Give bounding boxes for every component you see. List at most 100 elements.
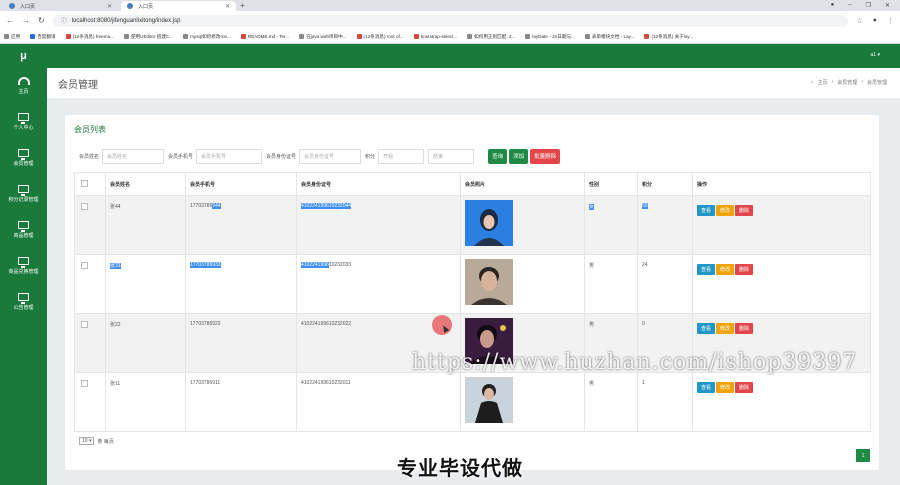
points-start-input[interactable]: 开始 (378, 148, 425, 164)
cell-gender: 男 (584, 372, 638, 432)
edit-button[interactable]: 修改 (716, 264, 735, 275)
page-button-1[interactable]: 1 (856, 449, 870, 462)
view-button[interactable]: 查看 (697, 264, 716, 275)
browser-tab-2[interactable]: 入口页 ✕ (121, 1, 236, 11)
cell-points: 24 (637, 254, 693, 314)
dashboard-icon (17, 77, 30, 85)
app-logo: μ (20, 50, 27, 62)
bookmark-icon (525, 34, 531, 39)
bookmark-item[interactable]: README.md - Ter... (240, 34, 289, 39)
menu-icon[interactable]: ⋮ (887, 17, 894, 25)
name-input[interactable]: 会员姓名 (102, 148, 165, 164)
col-header[interactable]: 积分 (637, 172, 693, 196)
home-icon: ⌂ (810, 79, 814, 85)
select-all-checkbox[interactable] (81, 179, 88, 187)
cell-name: 张11 (105, 372, 186, 432)
url-text: localhost:8080/jifenguanlixitong/index.j… (71, 17, 181, 24)
col-header[interactable]: 会员身份证号 (296, 172, 461, 196)
forward-icon[interactable]: → (22, 16, 30, 25)
phone-input[interactable]: 会员手机号 (196, 148, 263, 164)
address-bar-row: ← → ↻ ⓘ localhost:8080/jifenguanlixitong… (0, 11, 900, 30)
bookmark-item[interactable]: bootstrap-select... (413, 34, 457, 39)
back-icon[interactable]: ← (6, 16, 14, 25)
edit-button[interactable]: 修改 (716, 205, 735, 216)
user-menu[interactable]: a1 ▾ (871, 52, 880, 58)
bookmark-item[interactable]: 表单模块文档 - Lay... (584, 34, 634, 40)
minimize-icon[interactable]: – (848, 2, 851, 9)
cell-phone: 17703786922 (185, 313, 297, 373)
table-row: 张33 17703786933 410224199610232033 男 24 … (74, 254, 871, 314)
bookmark-item[interactable]: (12条消息) root of... (356, 34, 404, 40)
view-button[interactable]: 查看 (697, 382, 716, 393)
view-button[interactable]: 查看 (697, 205, 716, 216)
edit-button[interactable]: 修改 (716, 382, 735, 393)
row-checkbox[interactable] (81, 262, 88, 269)
add-button[interactable]: 添加 (509, 148, 529, 164)
bookmark-apps[interactable]: 应用 (4, 34, 20, 40)
delete-button[interactable]: 删除 (735, 264, 754, 275)
points-end-input[interactable]: 结束 (428, 148, 475, 164)
select-all-cell (74, 172, 106, 196)
bookmark-item[interactable]: 百度翻译 (30, 34, 56, 40)
sidebar-item-products[interactable]: 商品管理 (0, 212, 47, 248)
breadcrumb-home[interactable]: 主页 (818, 79, 828, 86)
bookmark-icon (183, 34, 189, 39)
cell-photo (460, 195, 585, 255)
bookmark-item[interactable]: 使用UEditor 搭建C... (123, 34, 173, 40)
bookmark-item[interactable]: 如何用正则匹配: 2... (467, 34, 515, 40)
delete-button[interactable]: 删除 (735, 323, 754, 334)
bookmark-item[interactable]: (12条消息) 关于lay... (644, 34, 693, 40)
sidebar-item-profile[interactable]: 个人中心 (0, 104, 47, 140)
row-checkbox[interactable] (81, 380, 88, 387)
delete-button[interactable]: 删除 (735, 382, 754, 393)
maximize-icon[interactable]: ❐ (866, 2, 871, 9)
url-input[interactable]: ⓘ localhost:8080/jifenguanlixitong/index… (52, 14, 849, 27)
info-icon[interactable]: ⓘ (61, 16, 67, 25)
bookmark-icon (299, 34, 305, 39)
col-header[interactable]: 会员姓名 (105, 172, 186, 196)
browser-tab-1[interactable]: 入口页 ✕ (3, 1, 118, 11)
row-checkbox[interactable] (81, 203, 88, 210)
sidebar-item-points-records[interactable]: 积分记录管理 (0, 176, 47, 212)
watermark: https://www.huzhan.com/ishop39397 (412, 350, 858, 375)
bookmark-item[interactable]: mysql如何修改roo... (183, 34, 231, 40)
edit-button[interactable]: 修改 (716, 323, 735, 334)
sidebar-item-home[interactable]: 主页 (0, 68, 47, 104)
account-icon[interactable]: ● (831, 2, 835, 9)
cell-actions: 查看 修改 删除 (692, 372, 871, 432)
member-photo (465, 259, 513, 305)
new-tab-button[interactable]: + (240, 1, 245, 10)
cell-name: 张33 (105, 254, 186, 314)
row-checkbox[interactable] (81, 321, 88, 328)
cell-gender: 女 (584, 195, 638, 255)
reload-icon[interactable]: ↻ (38, 16, 45, 25)
col-header[interactable]: 会员手机号 (185, 172, 297, 196)
sidebar-item-redemptions[interactable]: 商品兑换管理 (0, 248, 47, 284)
close-icon[interactable]: ✕ (225, 3, 230, 10)
table-row: 张44 17703786944 410224199610232044 女 50 … (74, 195, 871, 255)
delete-button[interactable]: 删除 (735, 205, 754, 216)
view-button[interactable]: 查看 (697, 323, 716, 334)
bookmark-item[interactable]: layDate - JS日期与... (525, 34, 575, 40)
sidebar-item-members[interactable]: 会员管理 (0, 140, 47, 176)
batch-delete-button[interactable]: 批量删除 (530, 148, 561, 164)
bookmark-item[interactable]: 在java web项目中... (299, 34, 347, 40)
bookmark-icon (65, 34, 71, 39)
bookmark-item[interactable]: (12条消息) freema... (65, 34, 114, 40)
close-icon[interactable]: ✕ (107, 3, 112, 10)
id-input[interactable]: 会员身份证号 (299, 148, 362, 164)
search-button[interactable]: 查询 (488, 148, 508, 164)
star-icon[interactable]: ☆ (856, 17, 862, 25)
bookmark-icon (644, 34, 650, 39)
close-window-icon[interactable]: ✕ (885, 2, 890, 9)
page-favicon-icon (127, 3, 133, 9)
member-list-panel: 会员列表 会员姓名 会员姓名 会员手机号 会员手机号 会员身份证号 会员身份证号… (65, 115, 879, 470)
sidebar-item-notices[interactable]: 公告管理 (0, 284, 47, 320)
profile-icon[interactable]: ● (873, 17, 877, 25)
breadcrumb-level1[interactable]: 会员管理 (837, 79, 857, 86)
col-header[interactable]: 性别 (584, 172, 638, 196)
page-size-select[interactable]: 10 ▾ (79, 437, 95, 445)
bookmark-icon (30, 34, 36, 39)
name-label: 会员姓名 (79, 153, 100, 160)
bookmark-icon (584, 34, 590, 39)
